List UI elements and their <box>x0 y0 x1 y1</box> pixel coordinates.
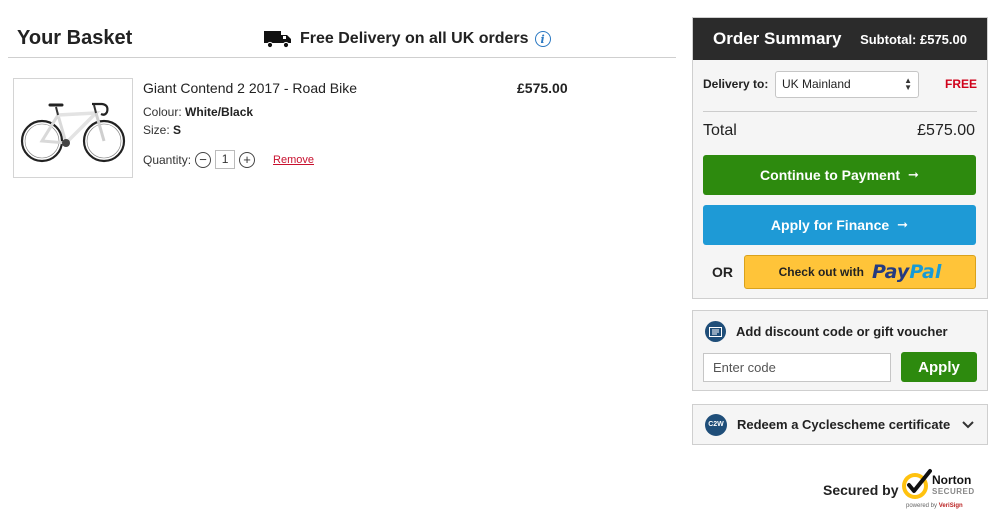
delivery-select[interactable]: UK Mainland ▲ ▼ <box>775 70 919 98</box>
continue-to-payment-button[interactable]: Continue to Payment ➞ <box>703 155 976 195</box>
truck-icon <box>264 31 291 48</box>
quantity-stepper: Quantity: − 1 + Remove <box>143 150 314 169</box>
c2w-icon: C2W <box>705 413 727 436</box>
delivery-cost: FREE <box>944 77 977 91</box>
paypal-prefix: Check out with <box>778 265 864 279</box>
size-attribute: Size: S <box>143 123 181 137</box>
subtotal-text: Subtotal: £575.00 <box>860 31 967 47</box>
norton-check-icon <box>902 469 932 499</box>
size-value: S <box>173 123 182 137</box>
delivery-label: Delivery to: <box>703 77 769 91</box>
paypal-logo: PayPal <box>871 261 942 283</box>
free-delivery-banner: Free Delivery on all UK orders i <box>264 30 551 48</box>
norton-name: Norton <box>932 473 972 487</box>
arrow-right-icon: ➞ <box>897 217 909 232</box>
free-delivery-text: Free Delivery on all UK orders <box>300 30 529 47</box>
increase-quantity-button[interactable]: + <box>239 151 256 168</box>
total-value: £575.00 <box>917 122 975 139</box>
info-icon[interactable]: i <box>534 31 551 47</box>
discount-title: Add discount code or gift voucher <box>736 324 948 339</box>
product-name[interactable]: Giant Contend 2 2017 - Road Bike <box>143 80 357 96</box>
basket-item: Giant Contend 2 2017 - Road Bike £575.00… <box>13 78 673 178</box>
quantity-input[interactable]: 1 <box>215 150 236 169</box>
or-label: OR <box>712 264 733 280</box>
secured-by-label: Secured by <box>823 482 899 498</box>
divider <box>703 111 977 112</box>
order-summary-header: Order Summary Subtotal: £575.00 <box>693 18 987 60</box>
colour-label: Colour: <box>143 105 182 119</box>
order-summary-panel: Order Summary Subtotal: £575.00 Delivery… <box>692 17 988 299</box>
cyclescheme-label: Redeem a Cyclescheme certificate <box>737 417 951 432</box>
discount-panel: Add discount code or gift voucher Enter … <box>692 310 988 391</box>
basket-header: Your Basket Free Delivery on all UK orde… <box>8 18 676 58</box>
delivery-selected-value: UK Mainland <box>782 77 851 91</box>
total-label: Total <box>703 122 737 139</box>
select-arrows-icon: ▲ ▼ <box>904 76 912 92</box>
order-summary-title: Order Summary <box>713 29 842 48</box>
page-title: Your Basket <box>17 27 133 49</box>
norton-badge[interactable]: Norton SECURED powered by VeriSign <box>900 466 984 514</box>
chevron-down-icon <box>962 420 974 428</box>
size-label: Size: <box>143 123 170 137</box>
discount-code-input[interactable]: Enter code <box>703 353 891 382</box>
product-price: £575.00 <box>517 80 568 96</box>
norton-secured: SECURED <box>932 487 975 496</box>
quantity-label: Quantity: <box>143 152 192 167</box>
cyclescheme-accordion[interactable]: C2W Redeem a Cyclescheme certificate <box>692 404 988 445</box>
apply-for-finance-label: Apply for Finance <box>770 217 890 233</box>
road-bike-image <box>20 102 126 163</box>
remove-link[interactable]: Remove <box>273 154 314 166</box>
colour-value: White/Black <box>185 105 254 119</box>
paypal-checkout-button[interactable]: Check out with PayPal <box>744 255 976 289</box>
product-image[interactable] <box>13 78 133 178</box>
norton-powered-by: powered by VeriSign <box>906 503 963 509</box>
apply-discount-button[interactable]: Apply <box>901 352 977 382</box>
decrease-quantity-button[interactable]: − <box>195 151 212 168</box>
delivery-row: Delivery to: UK Mainland ▲ ▼ FREE <box>703 70 977 98</box>
continue-to-payment-label: Continue to Payment <box>760 167 901 183</box>
voucher-icon <box>705 321 726 342</box>
total-row: Total £575.00 <box>703 122 975 140</box>
arrow-right-icon: ➞ <box>908 167 919 182</box>
colour-attribute: Colour: White/Black <box>143 105 253 119</box>
apply-for-finance-button[interactable]: Apply for Finance ➞ <box>703 205 976 245</box>
discount-header: Add discount code or gift voucher <box>705 321 948 342</box>
